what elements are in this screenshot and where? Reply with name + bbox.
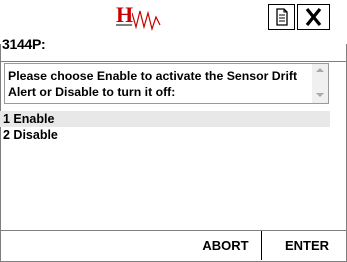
option-enable[interactable]: 1 Enable	[0, 111, 330, 127]
abort-button[interactable]: ABORT	[190, 231, 262, 260]
close-icon	[305, 7, 322, 27]
logo: H	[116, 2, 164, 35]
scroll-down-arrow-icon[interactable]	[316, 93, 324, 97]
enter-button[interactable]: ENTER	[267, 231, 347, 260]
page-title: 3144P:	[2, 36, 46, 52]
options-list: 1 Enable 2 Disable	[0, 111, 347, 143]
scroll-up-arrow-icon[interactable]	[316, 68, 324, 72]
document-icon	[276, 8, 288, 26]
header-divider	[0, 61, 347, 62]
close-button[interactable]	[297, 4, 330, 30]
option-disable[interactable]: 2 Disable	[0, 127, 347, 143]
logo-letter: H	[116, 2, 133, 27]
logo-wave-icon	[132, 10, 161, 31]
top-bar: H 3144P:	[0, 0, 347, 52]
prompt-scrollbar[interactable]	[312, 64, 328, 103]
document-button[interactable]	[268, 4, 295, 30]
prompt-text: Please choose Enable to activate the Sen…	[8, 69, 298, 99]
prompt-box: Please choose Enable to activate the Sen…	[4, 63, 329, 104]
